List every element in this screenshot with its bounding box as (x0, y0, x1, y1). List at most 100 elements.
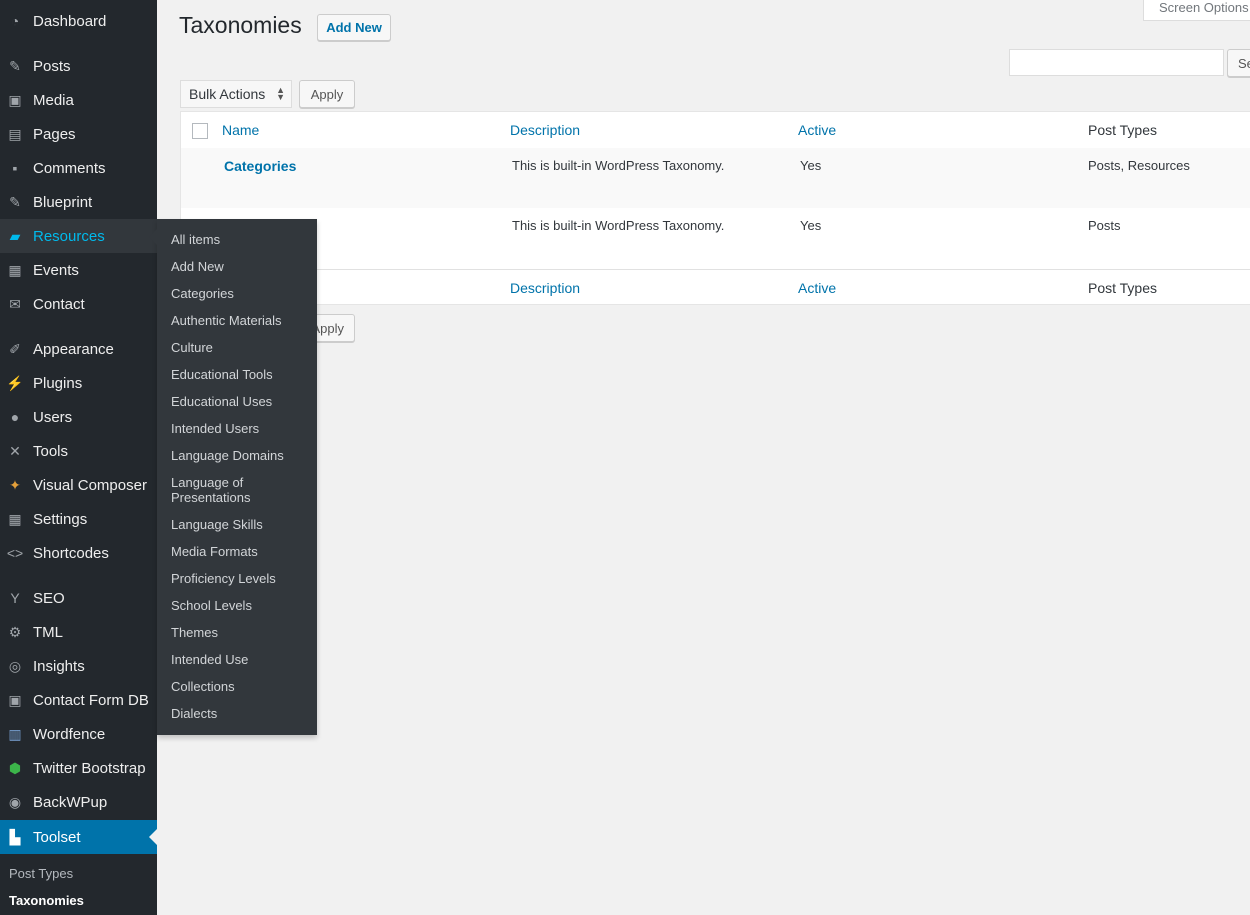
sidebar-item-label: Toolset (33, 828, 81, 846)
plug-icon: ⚡ (6, 374, 24, 391)
comment-icon: ▪ (12, 160, 18, 176)
pin-icon: ✎ (9, 57, 21, 74)
sidebar-item-label: Resources (33, 227, 105, 245)
sidebar-item-label: SEO (33, 589, 65, 607)
column-footer-description[interactable]: Description (510, 280, 580, 296)
flyout-item-language-of-presentations[interactable]: Language of Presentations (171, 475, 281, 505)
sidebar-item-dashboard[interactable]: ◔ Dashboard (0, 4, 157, 38)
flyout-item-media-formats[interactable]: Media Formats (171, 544, 311, 559)
dashboard-icon: ◔ (10, 13, 20, 29)
media-icon: ▣ (8, 91, 22, 108)
add-new-button[interactable]: Add New (317, 14, 391, 41)
sidebar-item-label: Posts (33, 57, 71, 75)
settings-icon: ▦ (8, 510, 22, 527)
sidebar-item-label: Tools (33, 442, 69, 460)
current-menu-arrow (149, 829, 157, 845)
search-input[interactable] (1009, 49, 1224, 76)
sidebar-item-settings[interactable]: ▦ Settings (0, 502, 157, 536)
sidebar-item-twitter-bootstrap[interactable]: ⬢ Twitter Bootstrap (0, 751, 157, 785)
visual-composer-icon: ✦ (9, 476, 21, 493)
sidebar-item-contact[interactable]: ✉ Contact (0, 287, 157, 321)
resources-flyout-menu: All items Add New Categories Authentic M… (149, 219, 317, 735)
sidebar-item-media[interactable]: ▣ Media (0, 83, 157, 117)
bulk-actions-value: Bulk Actions (189, 86, 266, 102)
flyout-item-intended-users[interactable]: Intended Users (171, 421, 311, 436)
sidebar-item-events[interactable]: ▦ Events (0, 253, 157, 287)
sidebar-item-visual-composer[interactable]: ✦ Visual Composer (0, 468, 157, 502)
sidebar-item-wordfence[interactable]: ▥ Wordfence (0, 717, 157, 751)
flyout-item-culture[interactable]: Culture (171, 340, 311, 355)
sidebar-item-label: Comments (33, 159, 106, 177)
flyout-item-language-domains[interactable]: Language Domains (171, 448, 311, 463)
screen-options-button[interactable]: Screen Options (1143, 0, 1250, 21)
flyout-item-dialects[interactable]: Dialects (171, 706, 311, 721)
column-header-description[interactable]: Description (510, 122, 580, 138)
sidebar-item-label: Pages (33, 125, 76, 143)
sidebar-item-resources[interactable]: ▰ Resources (0, 219, 157, 253)
admin-sidebar: ◔ Dashboard ✎ Posts ▣ Media ▤ Pages ▪ Co… (0, 0, 157, 915)
sidebar-item-users[interactable]: ● Users (0, 400, 157, 434)
toolset-icon: ▙ (9, 828, 21, 845)
sidebar-item-appearance[interactable]: ✐ Appearance (0, 332, 157, 366)
flyout-item-add-new[interactable]: Add New (171, 259, 311, 274)
sidebar-item-pages[interactable]: ▤ Pages (0, 117, 157, 151)
sidebar-item-label: Twitter Bootstrap (33, 759, 146, 777)
sidebar-item-insights[interactable]: ◎ Insights (0, 649, 157, 683)
taxonomies-table: Name Description Active Post Types Categ… (180, 111, 1250, 305)
sidebar-item-label: Plugins (33, 374, 83, 392)
sidebar-item-plugins[interactable]: ⚡ Plugins (0, 366, 157, 400)
apply-button[interactable]: Apply (299, 80, 355, 108)
column-header-name[interactable]: Name (222, 122, 259, 138)
sidebar-item-label: Visual Composer (33, 476, 147, 494)
taxonomy-active: Yes (800, 218, 822, 233)
sidebar-item-label: Contact Form DB (33, 691, 149, 709)
sidebar-item-posts[interactable]: ✎ Posts (0, 49, 157, 83)
flyout-item-school-levels[interactable]: School Levels (171, 598, 311, 613)
code-icon: <> (6, 545, 24, 561)
flyout-item-all-items[interactable]: All items (171, 232, 311, 247)
user-icon: ● (10, 409, 20, 425)
flyout-item-educational-uses[interactable]: Educational Uses (171, 394, 311, 409)
flyout-item-proficiency-levels[interactable]: Proficiency Levels (171, 571, 311, 586)
select-arrows-icon: ▲ ▼ (276, 85, 285, 102)
table-footer: Description Active Post Types (181, 269, 1250, 306)
sidebar-item-label: Shortcodes (33, 544, 109, 562)
bulk-actions-select[interactable]: Bulk Actions ▲ ▼ (180, 80, 292, 108)
shield-icon: ⬢ (8, 759, 22, 776)
submenu-item-post-types[interactable]: Post Types (9, 866, 73, 881)
flyout-item-intended-use[interactable]: Intended Use (171, 652, 311, 667)
sidebar-item-tml[interactable]: ⚙ TML (0, 615, 157, 649)
sidebar-item-blueprint[interactable]: ✎ Blueprint (0, 185, 157, 219)
flyout-item-themes[interactable]: Themes (171, 625, 311, 640)
taxonomy-post-types: Posts (1088, 218, 1121, 233)
column-footer-active[interactable]: Active (798, 280, 836, 296)
pin-icon: ✎ (9, 193, 21, 210)
flyout-item-language-skills[interactable]: Language Skills (171, 517, 311, 532)
flyout-item-collections[interactable]: Collections (171, 679, 311, 694)
sidebar-item-seo[interactable]: Y SEO (0, 581, 157, 615)
wrench-icon: ✕ (9, 442, 21, 459)
sidebar-item-label: Users (33, 408, 73, 426)
sidebar-item-toolset[interactable]: ▙ Toolset (0, 820, 157, 854)
insights-icon: ◎ (8, 657, 22, 674)
sidebar-item-label: BackWPup (33, 793, 108, 811)
sidebar-item-label: Media (33, 91, 74, 109)
sidebar-item-tools[interactable]: ✕ Tools (0, 434, 157, 468)
taxonomy-active: Yes (800, 158, 822, 173)
select-all-checkbox[interactable] (192, 123, 208, 139)
search-button[interactable]: Search (1227, 49, 1250, 77)
column-header-active[interactable]: Active (798, 122, 836, 138)
sidebar-item-backwpup[interactable]: ◉ BackWPup (0, 785, 157, 819)
taxonomy-name-link[interactable]: Categories (224, 158, 296, 174)
flyout-item-categories[interactable]: Categories (171, 286, 311, 301)
sidebar-item-label: Wordfence (33, 725, 106, 743)
taxonomy-post-types: Posts, Resources (1088, 158, 1190, 173)
sidebar-item-contact-form-db[interactable]: ▣ Contact Form DB (0, 683, 157, 717)
taxonomy-description: This is built-in WordPress Taxonomy. (512, 158, 725, 173)
wordfence-icon: ▥ (8, 725, 22, 742)
submenu-item-taxonomies[interactable]: Taxonomies (9, 893, 84, 908)
sidebar-item-shortcodes[interactable]: <> Shortcodes (0, 536, 157, 570)
flyout-item-authentic-materials[interactable]: Authentic Materials (171, 313, 311, 328)
flyout-item-educational-tools[interactable]: Educational Tools (171, 367, 311, 382)
sidebar-item-comments[interactable]: ▪ Comments (0, 151, 157, 185)
